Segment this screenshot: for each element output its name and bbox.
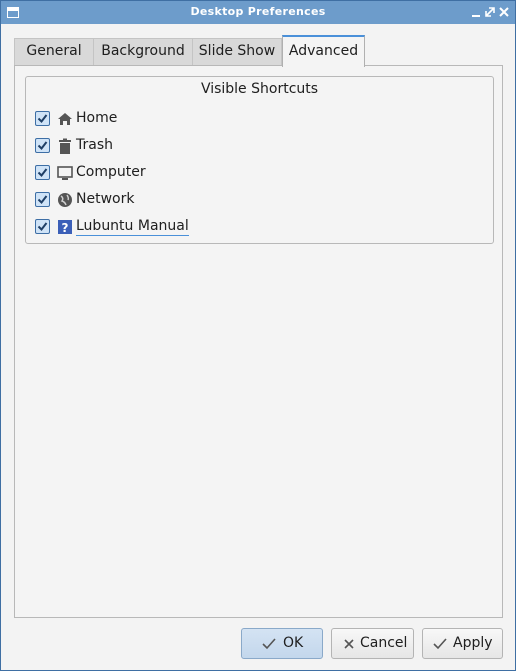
close-icon[interactable] xyxy=(497,5,511,19)
home-checkbox[interactable] xyxy=(35,111,50,126)
shortcut-label: Lubuntu Manual xyxy=(76,218,189,236)
apply-label: Apply xyxy=(453,635,493,651)
shortcut-label: Trash xyxy=(76,137,113,153)
minimize-icon[interactable] xyxy=(469,5,483,19)
apply-button[interactable]: Apply xyxy=(422,628,503,659)
titlebar[interactable]: Desktop Preferences xyxy=(1,1,515,24)
cancel-icon xyxy=(344,639,354,649)
window-title: Desktop Preferences xyxy=(190,5,326,18)
computer-icon xyxy=(57,165,73,181)
check-icon xyxy=(262,638,276,650)
svg-text:?: ? xyxy=(62,221,69,235)
ok-label: OK xyxy=(283,635,304,651)
shortcut-label: Computer xyxy=(76,164,146,180)
shortcut-label: Home xyxy=(76,110,118,126)
desktop-preferences-window: Desktop Preferences General Background S… xyxy=(0,0,516,671)
advanced-panel: Visible Shortcuts Home Trash Computer Ne… xyxy=(14,65,503,618)
maximize-icon[interactable] xyxy=(483,5,497,19)
tab-slide-show[interactable]: Slide Show xyxy=(192,38,282,65)
computer-checkbox[interactable] xyxy=(35,165,50,180)
home-icon xyxy=(57,111,73,127)
network-icon xyxy=(57,192,73,208)
cancel-button[interactable]: Cancel xyxy=(331,628,414,659)
cancel-label: Cancel xyxy=(360,635,408,651)
tab-background[interactable]: Background xyxy=(93,38,193,65)
check-icon xyxy=(433,638,447,650)
tab-advanced[interactable]: Advanced xyxy=(282,35,365,67)
trash-checkbox[interactable] xyxy=(35,138,50,153)
help-icon: ? xyxy=(57,219,73,235)
tab-general[interactable]: General xyxy=(14,38,94,65)
lubuntu-manual-checkbox[interactable] xyxy=(35,219,50,234)
group-title: Visible Shortcuts xyxy=(200,81,319,97)
ok-button[interactable]: OK xyxy=(241,628,323,659)
trash-icon xyxy=(57,138,73,154)
network-checkbox[interactable] xyxy=(35,192,50,207)
visible-shortcuts-group: Visible Shortcuts Home Trash Computer Ne… xyxy=(25,76,494,244)
shortcut-label: Network xyxy=(76,191,135,207)
